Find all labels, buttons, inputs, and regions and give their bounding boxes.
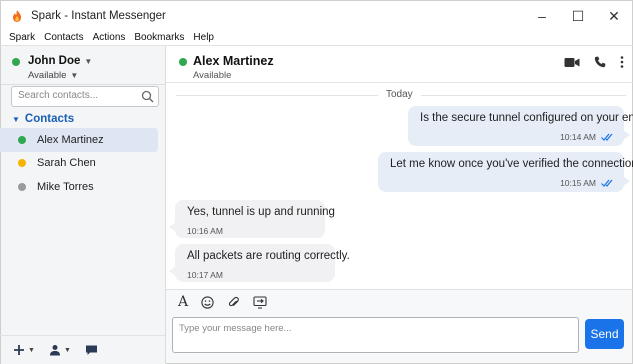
- chevron-down-icon: ▼: [70, 71, 79, 80]
- message-outgoing[interactable]: Is the secure tunnel configured on your …: [408, 106, 633, 146]
- video-call-button[interactable]: [564, 57, 580, 68]
- more-options-button[interactable]: [620, 56, 624, 68]
- chevron-down-icon: ▼: [12, 115, 20, 124]
- message-input[interactable]: [172, 317, 579, 353]
- window-title: Spark - Instant Messenger: [31, 9, 166, 22]
- message-time: 10:16 AM: [187, 226, 223, 236]
- message-meta: 10:17 AM: [187, 270, 325, 280]
- phone-icon: [594, 56, 606, 68]
- message-meta: 10:16 AM: [187, 226, 315, 236]
- search-box: [11, 86, 159, 107]
- message-text: Yes, tunnel is up and running: [187, 206, 335, 218]
- message-incoming[interactable]: All packets are routing correctly. 10:17…: [169, 244, 350, 282]
- contact-item-alex-martinez[interactable]: Alex Martinez: [0, 128, 158, 152]
- contact-options-button[interactable]: ▼: [49, 344, 71, 356]
- screen-share-icon: [253, 295, 267, 309]
- message-time: 10:15 AM: [560, 178, 596, 188]
- title-bar: Spark - Instant Messenger – ☐ ✕: [0, 0, 633, 30]
- contact-item-mike-torres[interactable]: Mike Torres: [0, 175, 158, 199]
- menu-bar: Spark Contacts Actions Bookmarks Help: [0, 30, 633, 45]
- menu-spark[interactable]: Spark: [9, 32, 35, 43]
- peer-presence: Available: [193, 70, 232, 81]
- emoji-button[interactable]: [201, 295, 214, 309]
- message-meta: 10:14 AM: [420, 132, 614, 142]
- minimize-button[interactable]: –: [524, 1, 560, 31]
- chevron-down-icon: ▼: [28, 346, 35, 354]
- menu-actions[interactable]: Actions: [93, 32, 126, 43]
- status-offline-icon: [18, 183, 26, 191]
- format-toolbar: A: [178, 294, 280, 310]
- message-meta: 10:15 AM: [390, 178, 614, 188]
- flame-icon: [13, 9, 21, 22]
- contact-name: Sarah Chen: [37, 157, 96, 169]
- send-button[interactable]: Send: [585, 319, 624, 349]
- more-vertical-icon: [620, 56, 624, 68]
- attach-file-button[interactable]: [227, 296, 240, 309]
- user-icon: [49, 345, 60, 356]
- user-name: John Doe: [28, 55, 81, 67]
- screenshot-button[interactable]: [253, 295, 267, 309]
- contact-item-sarah-chen[interactable]: Sarah Chen: [0, 151, 158, 175]
- user-menu[interactable]: John Doe ▼: [28, 55, 92, 67]
- search-input[interactable]: [18, 90, 138, 101]
- status-online-icon: [18, 136, 26, 144]
- chevron-down-icon: ▼: [63, 346, 71, 354]
- chat-header: Alex Martinez Available: [166, 45, 633, 83]
- presence-selector[interactable]: Available ▼: [28, 70, 78, 81]
- voice-call-button[interactable]: [594, 56, 606, 68]
- chat-button[interactable]: [85, 344, 98, 356]
- contact-name: Mike Torres: [37, 181, 94, 193]
- menu-bookmarks[interactable]: Bookmarks: [134, 32, 184, 43]
- message-text: Let me know once you've verified the con…: [390, 158, 633, 170]
- contact-name: Alex Martinez: [37, 134, 104, 146]
- peer-name: Alex Martinez: [193, 54, 274, 68]
- video-camera-icon: [564, 57, 580, 67]
- smiley-icon: [201, 295, 214, 309]
- message-text: Is the secure tunnel configured on your …: [420, 112, 633, 124]
- paperclip-icon: [229, 296, 239, 306]
- contacts-group-header[interactable]: ▼ Contacts: [12, 113, 74, 125]
- peer-status-dot: [179, 58, 187, 66]
- bubble-tail: [623, 176, 630, 186]
- message-text: All packets are routing correctly.: [187, 250, 350, 262]
- chat-actions: [550, 56, 624, 68]
- font-icon: A: [178, 294, 189, 310]
- sidebar-footer: ▼ ▼: [0, 335, 165, 364]
- sidebar-divider: [1, 84, 166, 85]
- text-format-button[interactable]: A: [178, 294, 188, 310]
- bubble-tail: [169, 222, 176, 232]
- message-time: 10:17 AM: [187, 270, 223, 280]
- double-check-icon: [601, 133, 613, 141]
- maximize-button[interactable]: ☐: [560, 1, 596, 31]
- bubble-tail: [623, 130, 630, 140]
- day-label: Today: [378, 89, 421, 100]
- chat-bubble-icon: [85, 345, 97, 355]
- search-icon[interactable]: [141, 90, 154, 103]
- double-check-icon: [601, 179, 613, 187]
- bubble-tail: [169, 266, 176, 276]
- message-incoming[interactable]: Yes, tunnel is up and running 10:16 AM: [169, 200, 335, 238]
- menu-contacts[interactable]: Contacts: [44, 32, 83, 43]
- chevron-down-icon: ▼: [84, 57, 93, 66]
- message-outgoing[interactable]: Let me know once you've verified the con…: [378, 152, 633, 192]
- composer: A Send: [166, 289, 633, 364]
- message-list[interactable]: Today Is the secure tunnel configured on…: [166, 83, 633, 289]
- window-controls: – ☐ ✕: [524, 1, 632, 31]
- message-time: 10:14 AM: [560, 132, 596, 142]
- add-contact-button[interactable]: ▼: [13, 344, 35, 356]
- contacts-group-label: Contacts: [24, 113, 75, 125]
- menu-help[interactable]: Help: [193, 32, 214, 43]
- plus-icon: [14, 345, 24, 355]
- status-away-icon: [18, 159, 26, 167]
- user-presence-label: Available: [28, 70, 67, 81]
- user-status-dot: [12, 58, 20, 66]
- close-button[interactable]: ✕: [596, 1, 632, 31]
